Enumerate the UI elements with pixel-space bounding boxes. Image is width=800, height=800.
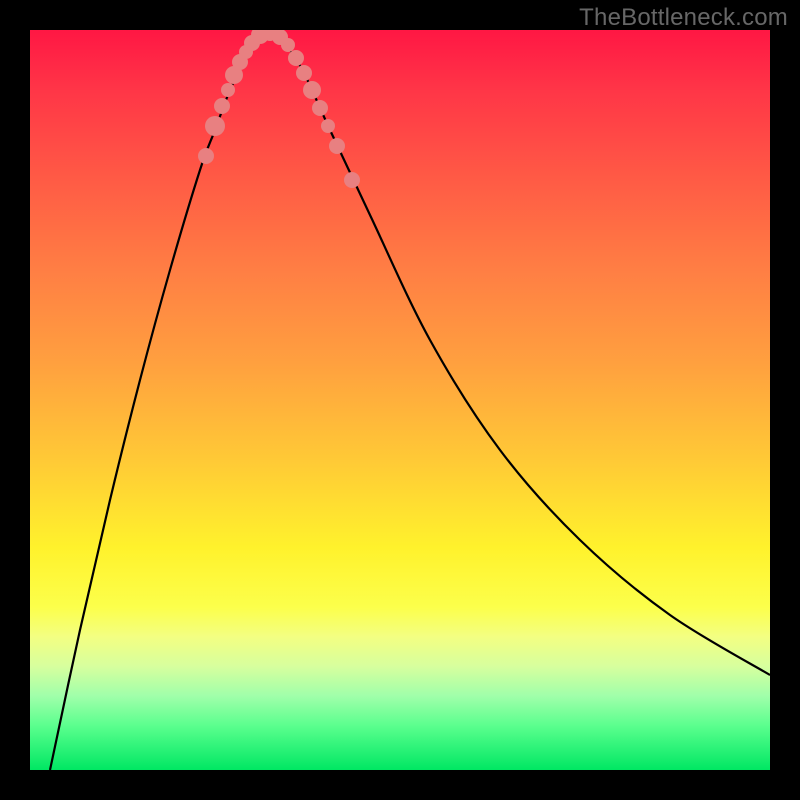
data-marker xyxy=(303,81,321,99)
data-marker xyxy=(344,172,360,188)
data-marker xyxy=(198,148,214,164)
data-marker xyxy=(205,116,225,136)
watermark-text: TheBottleneck.com xyxy=(579,4,788,32)
chart-frame: TheBottleneck.com xyxy=(0,0,800,800)
data-marker xyxy=(214,98,230,114)
data-marker xyxy=(312,100,328,116)
data-marker xyxy=(321,119,335,133)
curve-svg xyxy=(30,30,770,770)
data-marker xyxy=(281,38,295,52)
data-marker xyxy=(288,50,304,66)
data-marker xyxy=(221,83,235,97)
data-markers xyxy=(198,30,360,188)
bottleneck-curve xyxy=(50,32,770,770)
plot-area xyxy=(30,30,770,770)
data-marker xyxy=(329,138,345,154)
data-marker xyxy=(296,65,312,81)
